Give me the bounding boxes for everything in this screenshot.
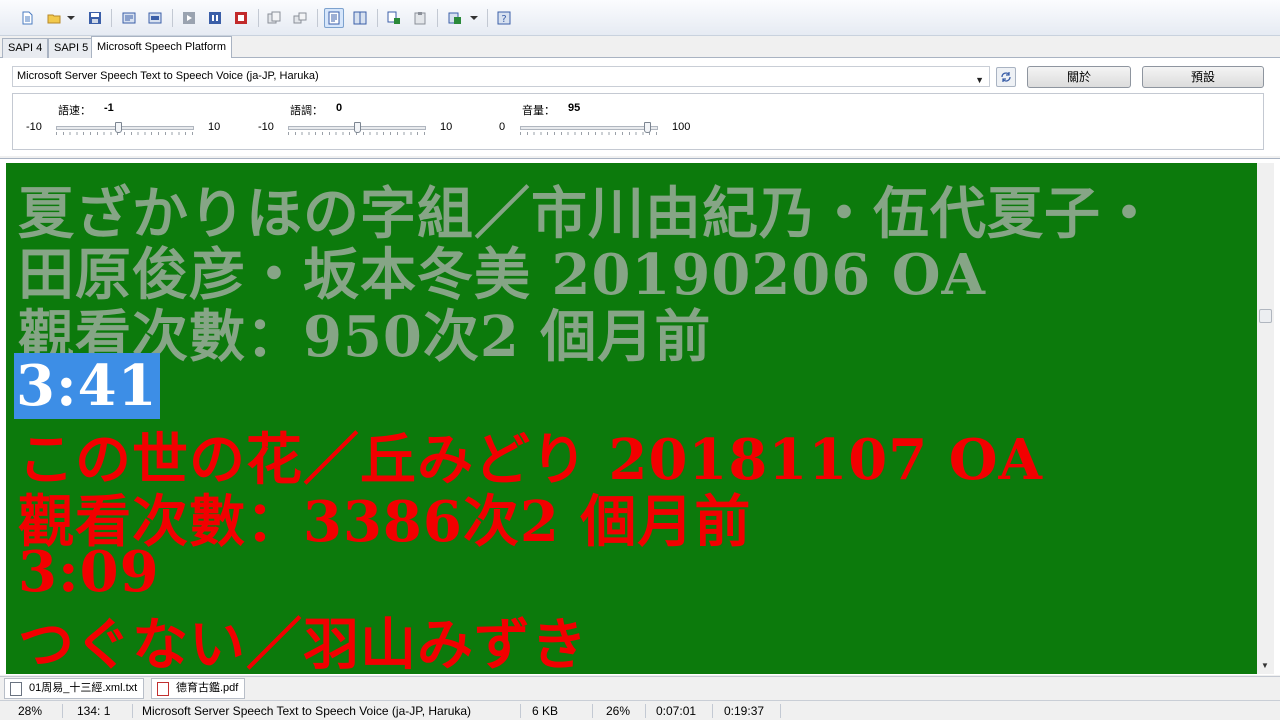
voice-select-value: Microsoft Server Speech Text to Speech V… (17, 70, 319, 82)
selected-text[interactable]: 3:41 (14, 353, 160, 419)
tab-microsoft-speech-platform[interactable]: Microsoft Speech Platform (91, 36, 232, 59)
text-editor[interactable]: 夏ざかりほの字組／市川由紀乃・伍代夏子・ 田原俊彦・坂本冬美 20190206 … (6, 163, 1257, 674)
rate-min: -10 (26, 121, 42, 133)
doc-tab-label: 01周易_十三經.xml.txt (29, 682, 138, 694)
refresh-voices-button[interactable] (996, 67, 1016, 87)
status-bar: 28% 134: 1 Microsoft Server Speech Text … (0, 700, 1280, 720)
chevron-down-icon[interactable] (467, 8, 481, 28)
doc-tab-zhouyi[interactable]: 01周易_十三經.xml.txt (4, 678, 145, 699)
text-line[interactable]: 3:09 (18, 539, 160, 605)
paste-icon[interactable] (410, 8, 430, 28)
volume-max: 100 (672, 121, 691, 133)
slider-thumb[interactable] (354, 122, 361, 133)
copy-icon[interactable] (384, 8, 404, 28)
status-zoom: 28% (18, 704, 43, 718)
editor-frame: 夏ざかりほの字組／市川由紀乃・伍代夏子・ 田原俊彦・坂本冬美 20190206 … (0, 158, 1280, 675)
about-button[interactable]: 關於 (1027, 66, 1131, 88)
settings-icon[interactable] (445, 8, 465, 28)
doc-tab-deyu[interactable]: 德育古鑑.pdf (151, 678, 246, 699)
pause-icon[interactable] (205, 8, 225, 28)
pitch-slider[interactable] (288, 122, 426, 136)
engine-tabs: SAPI 4 SAPI 5 Microsoft Speech Platform (0, 36, 1280, 59)
toolbar: ? (0, 0, 1280, 36)
voice-sliders: 語速： -1 -10 10 語調： 0 -10 10 音量： 95 0 100 (12, 93, 1264, 150)
refresh-icon (1001, 72, 1011, 82)
chevron-down-icon[interactable] (64, 8, 78, 28)
play-icon[interactable] (179, 8, 199, 28)
rate-max: 10 (208, 121, 221, 133)
rate-label: 語速： (58, 104, 91, 117)
tab-sapi5[interactable]: SAPI 5 (48, 38, 95, 58)
voice-select[interactable]: Microsoft Server Speech Text to Speech V… (12, 66, 990, 87)
pdf-file-icon (157, 682, 169, 696)
vertical-scrollbar[interactable]: ▼ (1257, 163, 1274, 674)
chevron-down-icon: ▼ (975, 75, 984, 85)
doc-tab-label: 德育古鑑.pdf (176, 682, 239, 694)
rate-value: -1 (104, 102, 114, 114)
pitch-value: 0 (336, 102, 343, 114)
status-position: 134: 1 (77, 704, 111, 718)
scroll-down-icon[interactable]: ▼ (1261, 661, 1269, 670)
volume-label: 音量： (522, 104, 555, 117)
slider-thumb[interactable] (644, 122, 651, 133)
speak-selection-icon[interactable] (145, 8, 165, 28)
scrollbar-thumb[interactable] (1259, 309, 1272, 323)
convert-icon[interactable] (290, 8, 310, 28)
export-icon[interactable] (264, 8, 284, 28)
status-voice: Microsoft Server Speech Text to Speech V… (142, 704, 472, 718)
status-file-size: 6 KB (532, 704, 559, 718)
status-elapsed: 0:07:01 (656, 704, 697, 718)
stop-icon[interactable] (231, 8, 251, 28)
rate-slider[interactable] (56, 122, 194, 136)
voice-panel: Microsoft Server Speech Text to Speech V… (0, 58, 1280, 156)
volume-slider[interactable] (520, 122, 658, 136)
pitch-label: 語調： (290, 104, 323, 117)
open-folder-icon[interactable] (44, 8, 64, 28)
pitch-max: 10 (440, 121, 453, 133)
document-tabs: 01周易_十三經.xml.txt 德育古鑑.pdf (0, 676, 1280, 700)
status-progress: 26% (606, 704, 631, 718)
help-icon[interactable]: ? (494, 8, 514, 28)
text-file-icon (10, 682, 22, 696)
svg-text:?: ? (501, 14, 506, 25)
pitch-min: -10 (258, 121, 274, 133)
text-line[interactable]: つぐない／羽山みずき (18, 600, 588, 674)
speak-all-icon[interactable] (119, 8, 139, 28)
save-icon[interactable] (85, 8, 105, 28)
volume-min: 0 (499, 121, 506, 133)
status-total: 0:19:37 (724, 704, 765, 718)
volume-value: 95 (568, 102, 581, 114)
default-button[interactable]: 預設 (1142, 66, 1264, 88)
split-view-icon[interactable] (350, 8, 370, 28)
new-document-icon[interactable] (17, 8, 37, 28)
tab-sapi4[interactable]: SAPI 4 (2, 38, 49, 58)
slider-thumb[interactable] (115, 122, 122, 133)
text-mode-icon[interactable] (324, 8, 344, 28)
